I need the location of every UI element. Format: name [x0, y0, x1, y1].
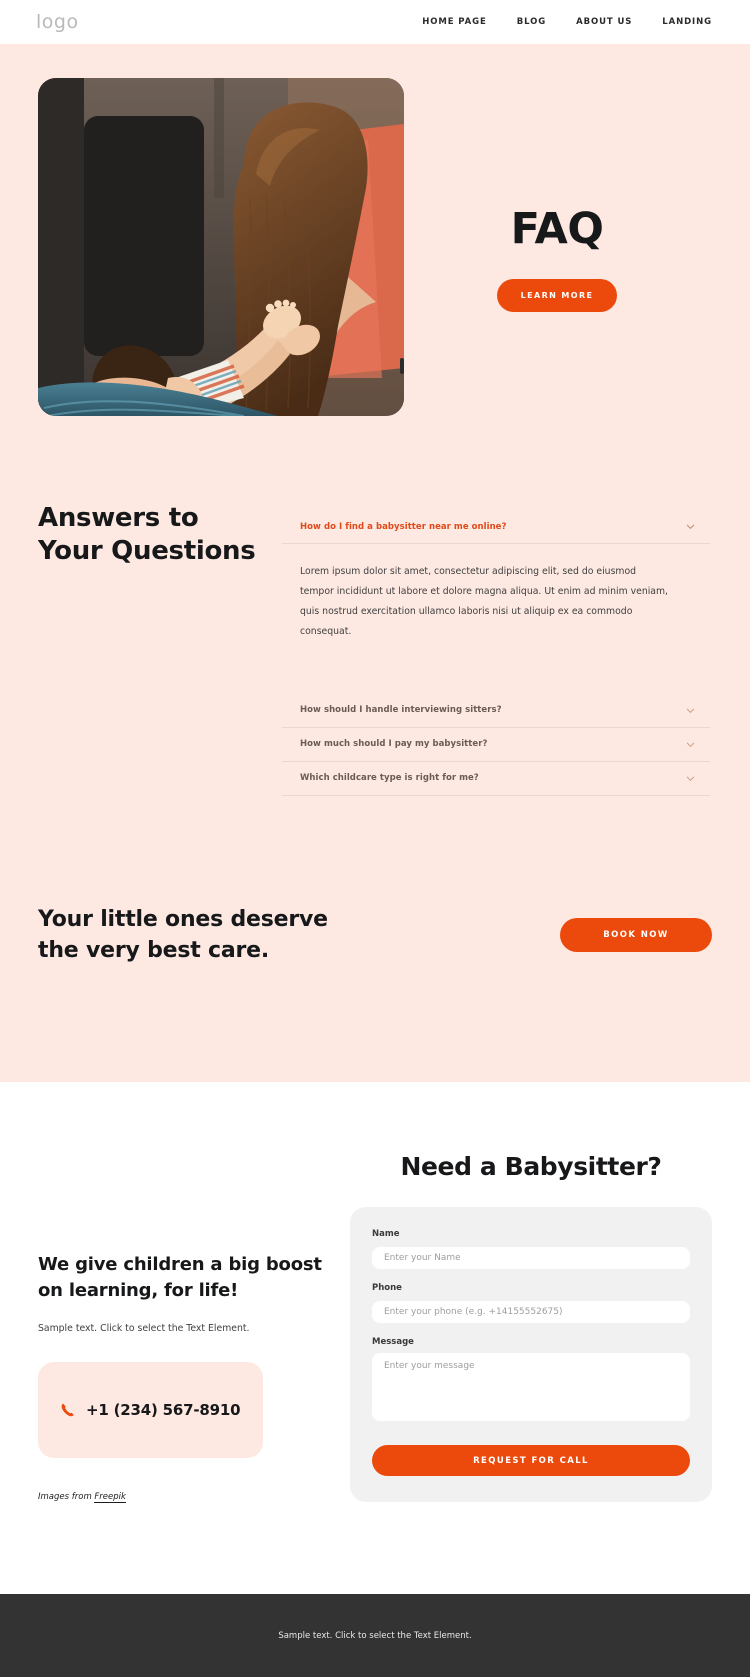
peach-bottom-spacer: [0, 966, 750, 1082]
chevron-down-icon[interactable]: [685, 521, 696, 532]
hero-photo: [38, 78, 404, 416]
contact-form: Name Phone Message REQUEST FOR CALL: [350, 1207, 712, 1503]
faq-item-3-question: How much should I pay my babysitter?: [300, 739, 488, 750]
faq-item-2-header[interactable]: How should I handle interviewing sitters…: [282, 694, 710, 728]
nav-link-home-page[interactable]: HOME PAGE: [422, 17, 486, 27]
form-title: Need a Babysitter?: [400, 1152, 662, 1182]
page-title: FAQ: [510, 204, 604, 254]
nav-link-landing[interactable]: LANDING: [662, 17, 712, 27]
faq-item-3-header[interactable]: How much should I pay my babysitter?: [282, 728, 710, 762]
learn-more-button[interactable]: LEARN MORE: [497, 279, 617, 312]
faq-item-4-header[interactable]: Which childcare type is right for me?: [282, 762, 710, 796]
contact-sample-text: Sample text. Click to select the Text El…: [38, 1323, 250, 1335]
contact-left-column: We give children a big boost on learning…: [38, 1152, 328, 1504]
faq-section: Answers to Your Questions How do I find …: [0, 416, 750, 796]
faq-item-4: Which childcare type is right for me?: [282, 762, 710, 796]
faq-item-2: How should I handle interviewing sitters…: [282, 694, 710, 728]
contact-heading: We give children a big boost on learning…: [38, 1252, 328, 1304]
nav-links: HOME PAGE BLOG ABOUT US LANDING: [422, 17, 712, 27]
name-input[interactable]: [372, 1247, 690, 1270]
site-logo[interactable]: logo: [36, 11, 79, 33]
contact-heading-line2: learning, for life!: [68, 1280, 239, 1302]
footer-text: Sample text. Click to select the Text El…: [278, 1630, 472, 1641]
cta-heading-line2: the very best care.: [38, 938, 270, 964]
faq-item-1: How do I find a babysitter near me onlin…: [282, 510, 710, 672]
phone-card[interactable]: +1 (234) 567-8910: [38, 1362, 263, 1459]
message-input[interactable]: [372, 1353, 690, 1422]
request-call-button[interactable]: REQUEST FOR CALL: [372, 1445, 690, 1477]
faq-heading-line2: Your Questions: [38, 536, 256, 567]
cta-heading-line1: Your little ones deserve: [38, 906, 328, 932]
landing-page: logo HOME PAGE BLOG ABOUT US LANDING FAQ…: [0, 0, 750, 1677]
faq-accordion: How do I find a babysitter near me onlin…: [282, 502, 710, 796]
image-credit-prefix: Images from: [38, 1492, 95, 1503]
peach-section: FAQ LEARN MORE Answers to Your Questions…: [0, 44, 750, 1083]
chevron-down-icon[interactable]: [685, 773, 696, 784]
phone-field-group: Phone: [372, 1283, 690, 1324]
faq-heading: Answers to Your Questions: [38, 502, 282, 796]
message-field-group: Message: [372, 1337, 690, 1425]
footer: Sample text. Click to select the Text El…: [0, 1594, 750, 1677]
message-label: Message: [372, 1337, 414, 1348]
faq-item-1-question: How do I find a babysitter near me onlin…: [300, 521, 507, 532]
chevron-down-icon[interactable]: [685, 739, 696, 750]
phone-number: +1 (234) 567-8910: [86, 1401, 241, 1420]
hero-section: FAQ LEARN MORE: [0, 44, 750, 416]
top-navigation: logo HOME PAGE BLOG ABOUT US LANDING: [0, 0, 750, 44]
image-credit-link[interactable]: Freepik: [94, 1492, 126, 1504]
image-credit: Images from Freepik: [38, 1492, 328, 1504]
nav-link-blog[interactable]: BLOG: [517, 17, 546, 27]
faq-item-4-question: Which childcare type is right for me?: [300, 773, 479, 784]
chevron-down-icon[interactable]: [685, 705, 696, 716]
faq-spacer: [282, 672, 710, 694]
faq-heading-line1: Answers to: [38, 503, 199, 533]
cta-section: Your little ones deserve the very best c…: [0, 796, 750, 966]
name-field-group: Name: [372, 1229, 690, 1270]
cta-heading: Your little ones deserve the very best c…: [38, 904, 328, 966]
faq-item-1-header[interactable]: How do I find a babysitter near me onlin…: [282, 510, 710, 544]
contact-section: We give children a big boost on learning…: [0, 1082, 750, 1504]
phone-icon: [60, 1402, 76, 1418]
phone-input[interactable]: [372, 1301, 690, 1324]
phone-label: Phone: [372, 1283, 402, 1294]
faq-item-1-answer: Lorem ipsum dolor sit amet, consectetur …: [300, 566, 669, 637]
name-label: Name: [372, 1229, 400, 1240]
faq-item-3: How much should I pay my babysitter?: [282, 728, 710, 762]
hero-content: FAQ LEARN MORE: [404, 78, 710, 416]
book-now-button[interactable]: BOOK NOW: [560, 918, 712, 953]
nav-link-about-us[interactable]: ABOUT US: [576, 17, 632, 27]
contact-form-column: Need a Babysitter? Name Phone Message RE…: [350, 1152, 712, 1503]
faq-item-2-question: How should I handle interviewing sitters…: [300, 705, 502, 716]
